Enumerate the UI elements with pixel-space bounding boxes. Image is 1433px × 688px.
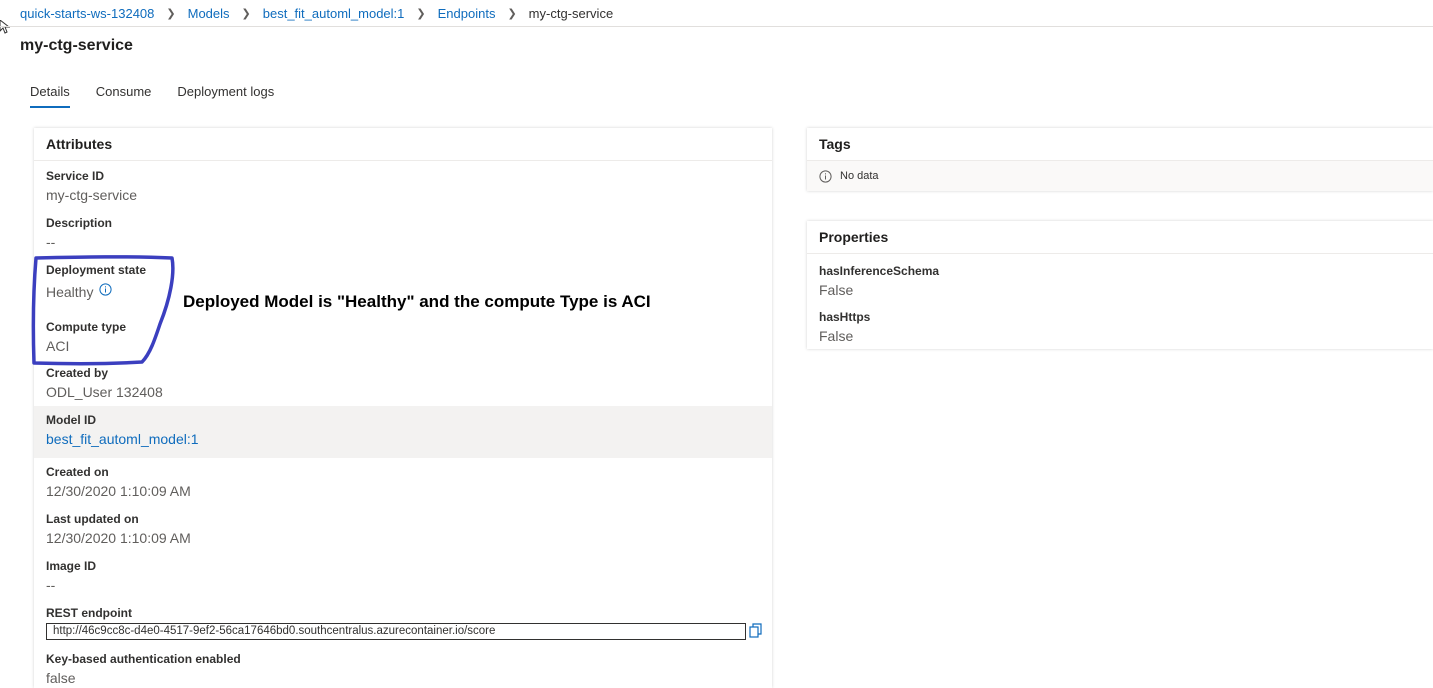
page-title: my-ctg-service (20, 37, 133, 54)
field-label: Description (46, 216, 113, 230)
chevron-right-icon: ❯ (416, 7, 426, 20)
tab-details[interactable]: Details (30, 84, 70, 108)
field-label: hasInferenceSchema (819, 264, 940, 278)
field-label: REST endpoint (46, 606, 132, 620)
created-by-field: Created by ODL_User 132408 (46, 365, 163, 401)
key-auth-field: Key-based authentication enabled false (46, 651, 241, 687)
info-icon (819, 169, 832, 183)
service-id-value: my-ctg-service (46, 187, 138, 203)
breadcrumb: quick-starts-ws-132408 ❯ Models ❯ best_f… (20, 4, 613, 22)
created-by-value: ODL_User 132408 (46, 384, 163, 400)
breadcrumb-model[interactable]: best_fit_automl_model:1 (263, 6, 405, 21)
properties-card: Properties hasInferenceSchema False hasH… (807, 221, 1433, 349)
last-updated-value: 12/30/2020 1:10:09 AM (46, 530, 191, 546)
description-value: -- (46, 234, 56, 250)
model-id-field: Model ID best_fit_automl_model:1 (46, 412, 199, 448)
has-https-field: hasHttps False (819, 309, 870, 345)
breadcrumb-workspace[interactable]: quick-starts-ws-132408 (20, 6, 154, 21)
field-label: Model ID (46, 413, 96, 427)
field-value: False (819, 328, 854, 344)
field-label: Created by (46, 366, 109, 380)
description-field: Description -- (46, 215, 112, 251)
tags-card: Tags No data (807, 128, 1433, 191)
properties-header: Properties (807, 221, 1433, 254)
rest-endpoint-textbox[interactable]: http://46c9cc8c-d4e0-4517-9ef2-56ca17646… (46, 623, 746, 640)
tab-deployment-logs[interactable]: Deployment logs (177, 84, 274, 107)
tab-consume[interactable]: Consume (96, 84, 152, 107)
field-label: Key-based authentication enabled (46, 652, 241, 666)
field-value: False (819, 282, 854, 298)
field-label: Service ID (46, 169, 105, 183)
chevron-right-icon: ❯ (507, 7, 517, 20)
attributes-header: Attributes (34, 128, 772, 161)
field-label: Created on (46, 465, 109, 479)
attributes-card: Attributes Service ID my-ctg-service Des… (34, 128, 772, 688)
chevron-right-icon: ❯ (166, 7, 176, 20)
copy-icon[interactable] (749, 623, 763, 639)
breadcrumb-endpoints[interactable]: Endpoints (438, 6, 496, 21)
tab-bar: Details Consume Deployment logs (30, 84, 300, 108)
field-label: Last updated on (46, 512, 139, 526)
field-label: Image ID (46, 559, 97, 573)
created-on-field: Created on 12/30/2020 1:10:09 AM (46, 464, 191, 500)
no-data-text: No data (840, 170, 879, 182)
image-id-value: -- (46, 577, 56, 593)
last-updated-field: Last updated on 12/30/2020 1:10:09 AM (46, 511, 191, 547)
divider (0, 26, 1433, 27)
field-label: hasHttps (819, 310, 871, 324)
annotation-text: Deployed Model is "Healthy" and the comp… (183, 292, 651, 311)
breadcrumb-current: my-ctg-service (528, 5, 614, 21)
tags-empty-message: No data (807, 161, 1433, 191)
key-auth-value: false (46, 670, 76, 686)
chevron-right-icon: ❯ (241, 7, 251, 20)
image-id-field: Image ID -- (46, 558, 96, 594)
mouse-cursor-icon (0, 20, 10, 34)
breadcrumb-models[interactable]: Models (188, 6, 230, 21)
created-on-value: 12/30/2020 1:10:09 AM (46, 483, 191, 499)
service-id-field: Service ID my-ctg-service (46, 168, 137, 204)
has-inference-schema-field: hasInferenceSchema False (819, 263, 939, 299)
annotation-outline (31, 255, 175, 366)
rest-endpoint-field: REST endpoint http://46c9cc8c-d4e0-4517-… (46, 605, 746, 640)
tags-header: Tags (807, 128, 1433, 161)
model-id-link[interactable]: best_fit_automl_model:1 (46, 430, 199, 448)
